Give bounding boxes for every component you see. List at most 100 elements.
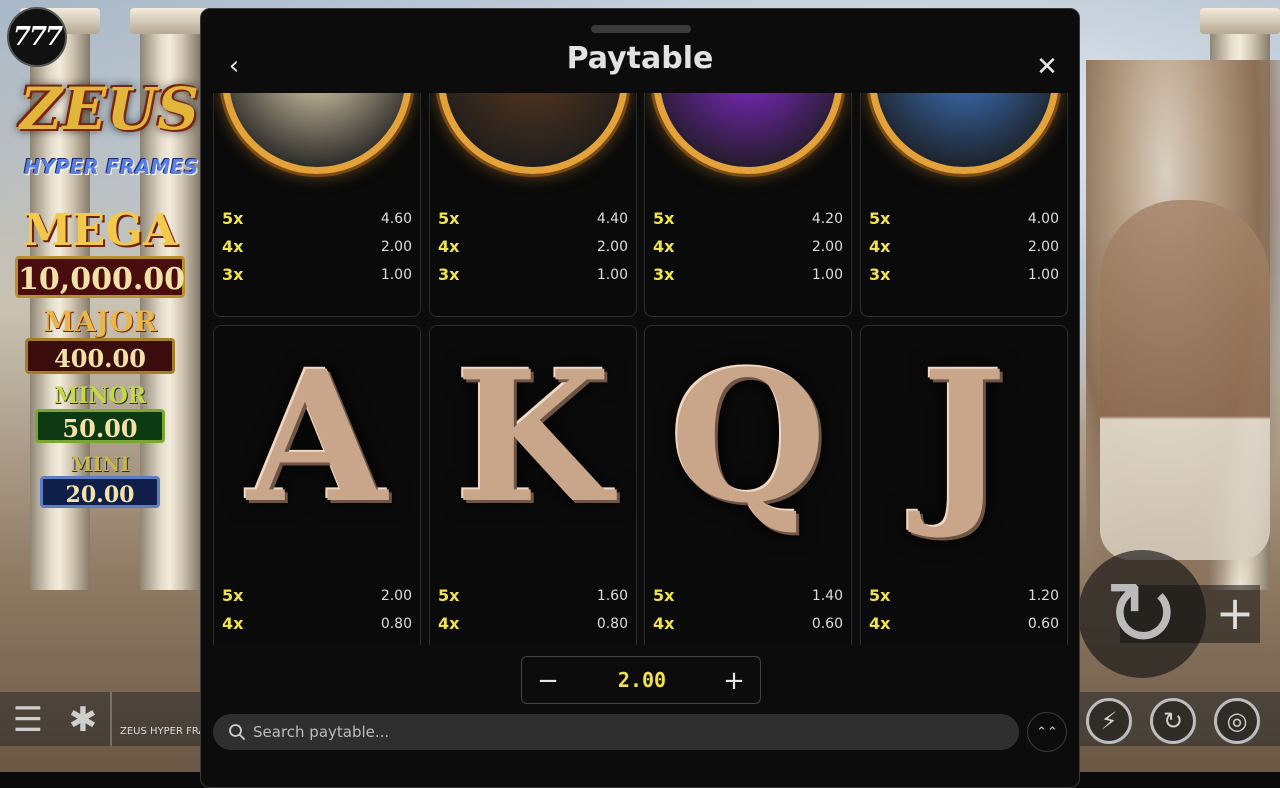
payout-multiplier: 3x	[653, 265, 675, 284]
payout-multiplier: 4x	[869, 614, 891, 633]
plus-icon[interactable]: +	[716, 663, 752, 699]
bet-value: 2.00	[617, 668, 667, 692]
close-icon[interactable]: ✕	[1031, 51, 1063, 83]
payout-multiplier: 3x	[222, 265, 244, 284]
symbol-card: A 5x 2.00 4x 0.80	[213, 325, 421, 645]
jackpot-value: 10,000.00	[15, 256, 185, 298]
payout-multiplier: 3x	[438, 265, 460, 284]
payout-row: 3x 1.00	[653, 265, 843, 289]
brand-badge[interactable]: 777	[7, 7, 67, 67]
payout-amount: 1.60	[596, 588, 628, 604]
payout-row: 5x 1.40	[653, 586, 843, 610]
game-logo: ZEUS HYPER FRAMES	[20, 75, 220, 185]
payout-multiplier: 5x	[653, 586, 675, 605]
payout-multiplier: 4x	[222, 237, 244, 256]
payout-multiplier: 4x	[222, 614, 244, 633]
payout-amount: 4.40	[596, 211, 628, 227]
symbol-card: 5x 4.00 4x 2.00 3x 1.00	[860, 93, 1068, 317]
payout-amount: 0.80	[596, 616, 628, 632]
payout-amount: 4.20	[811, 211, 843, 227]
payout-multiplier: 5x	[869, 209, 891, 228]
jackpot-mini: MINI 20.00	[0, 452, 200, 508]
payout-multiplier: 5x	[438, 586, 460, 605]
payout-amount: 0.80	[380, 616, 412, 632]
payout-row: 5x 1.60	[438, 586, 628, 610]
symbol-card: 5x 4.40 4x 2.00 3x 1.00	[429, 93, 637, 317]
settings-icon[interactable]: ✱	[63, 700, 103, 740]
modal-title: Paytable	[566, 41, 714, 76]
payout-row: 3x 1.00	[869, 265, 1059, 289]
eagle-symbol-icon	[869, 93, 1059, 174]
symbol-card: J 5x 1.20 4x 0.60	[860, 325, 1068, 645]
horse-symbol-icon	[222, 93, 412, 174]
payout-amount: 2.00	[380, 239, 412, 255]
symbol-card: K 5x 1.60 4x 0.80	[429, 325, 637, 645]
turbo-icon[interactable]: ⚡	[1086, 698, 1132, 744]
payout-row: 5x 4.40	[438, 209, 628, 233]
search-bar	[213, 714, 1019, 750]
payout-row: 4x 0.80	[222, 614, 412, 638]
payout-row: 3x 1.00	[222, 265, 412, 289]
jackpot-label: MINI	[70, 452, 130, 476]
payout-multiplier: 5x	[438, 209, 460, 228]
payout-row: 5x 2.00	[222, 586, 412, 610]
payout-amount: 0.60	[811, 616, 843, 632]
zeus-body	[1100, 200, 1270, 560]
payout-row: 5x 4.20	[653, 209, 843, 233]
search-icon	[225, 720, 249, 744]
payout-row: 4x 2.00	[869, 237, 1059, 261]
menu-icon[interactable]: ☰	[8, 700, 48, 740]
payout-amount: 1.00	[811, 267, 843, 283]
payout-multiplier: 5x	[869, 586, 891, 605]
payout-amount: 2.00	[596, 239, 628, 255]
payout-row: 5x 1.20	[869, 586, 1059, 610]
payout-row: 4x 2.00	[438, 237, 628, 261]
payout-amount: 0.60	[1027, 616, 1059, 632]
payout-multiplier: 5x	[222, 586, 244, 605]
minus-icon[interactable]: −	[530, 663, 566, 699]
spin-icon[interactable]: ↻	[1078, 550, 1206, 678]
payout-multiplier: 4x	[438, 614, 460, 633]
jackpot-major: MAJOR 400.00	[0, 305, 200, 374]
paytable-list[interactable]: 5x 4.60 4x 2.00 3x 1.00 5x 4.40 4x 2.00 3x 1.00 5x 4.…	[213, 93, 1069, 645]
divider	[110, 692, 112, 746]
jackpot-label: MINOR	[53, 383, 147, 409]
payout-amount: 1.20	[1027, 588, 1059, 604]
search-input[interactable]	[253, 714, 993, 750]
symbol-card: Q 5x 1.40 4x 0.60	[644, 325, 852, 645]
payout-amount: 2.00	[811, 239, 843, 255]
payout-row: 4x 2.00	[653, 237, 843, 261]
double-chevron-up-icon[interactable]: ⌃⌃	[1027, 712, 1067, 752]
payout-row: 5x 4.60	[222, 209, 412, 233]
jackpot-label: MAJOR	[43, 305, 157, 338]
payout-amount: 4.00	[1027, 211, 1059, 227]
a-symbol-icon: A	[247, 332, 387, 543]
k-symbol-icon: K	[454, 332, 612, 543]
payout-amount: 2.00	[380, 588, 412, 604]
logo-subtitle: HYPER FRAMES	[24, 155, 199, 179]
payout-row: 4x 0.60	[869, 614, 1059, 638]
payout-multiplier: 4x	[438, 237, 460, 256]
payout-amount: 1.00	[596, 267, 628, 283]
jackpot-value: 400.00	[25, 338, 175, 374]
bet-stepper: − 2.00 +	[521, 656, 761, 704]
payout-amount: 1.40	[811, 588, 843, 604]
jackpot-label: MEGA	[23, 205, 177, 256]
paytable-modal: ‹ Paytable ✕ 5x 4.60 4x 2.00 3x 1.00 5x 4.40 4x 2…	[200, 8, 1080, 788]
jackpot-value: 20.00	[40, 476, 160, 508]
payout-row: 4x 2.00	[222, 237, 412, 261]
payout-amount: 4.60	[380, 211, 412, 227]
bull-symbol-icon	[438, 93, 628, 174]
payout-multiplier: 5x	[222, 209, 244, 228]
jackpot-value: 50.00	[35, 409, 165, 443]
jackpot-minor: MINOR 50.00	[0, 383, 200, 443]
payout-multiplier: 4x	[653, 237, 675, 256]
q-symbol-icon: Q	[669, 332, 827, 543]
coins-icon[interactable]: ◎	[1214, 698, 1260, 744]
serpent-symbol-icon	[653, 93, 843, 174]
drag-handle[interactable]	[591, 25, 691, 33]
payout-amount: 2.00	[1027, 239, 1059, 255]
plus-icon[interactable]: +	[1210, 586, 1260, 640]
j-symbol-icon: J	[921, 332, 1007, 543]
autoplay-icon[interactable]: ↻	[1150, 698, 1196, 744]
